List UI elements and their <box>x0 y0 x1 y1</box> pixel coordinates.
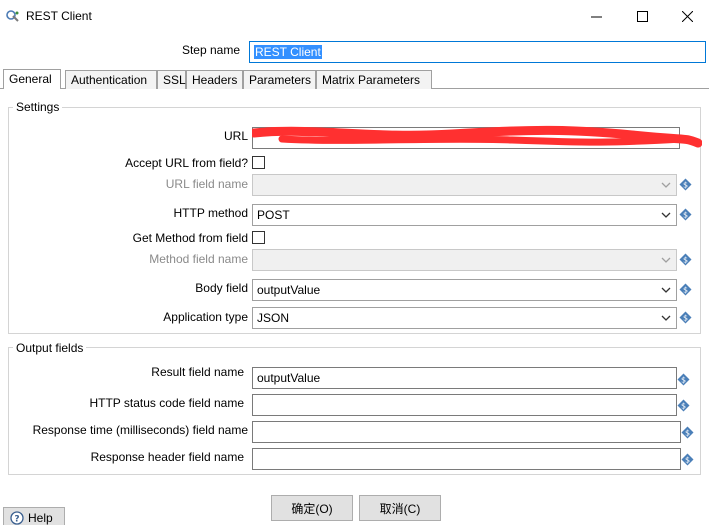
chevron-down-icon <box>661 182 671 188</box>
body-field-label: Body field <box>195 281 248 295</box>
tab-headers[interactable]: Headers <box>186 70 243 89</box>
url-field-name-select[interactable] <box>252 174 677 196</box>
step-name-value: REST Client <box>254 45 322 59</box>
app-type-select[interactable]: JSON <box>252 307 677 329</box>
chevron-down-icon <box>661 315 671 321</box>
body-field-value: outputValue <box>257 283 321 297</box>
get-method-checkbox[interactable] <box>252 231 265 244</box>
minimize-button[interactable] <box>573 0 619 32</box>
app-type-value: JSON <box>257 311 290 325</box>
http-method-label: HTTP method <box>173 206 248 220</box>
svg-text:?: ? <box>14 515 19 525</box>
tab-parameters[interactable]: Parameters <box>243 70 316 89</box>
ok-button[interactable]: 确定(O) <box>271 495 353 521</box>
svg-text:$: $ <box>683 286 688 295</box>
variable-icon[interactable]: $ <box>677 373 690 386</box>
help-icon: ? <box>10 511 24 525</box>
app-icon <box>6 10 19 22</box>
variable-icon[interactable]: $ <box>679 311 692 324</box>
help-button[interactable]: ? Help <box>3 507 65 525</box>
url-field-name-label: URL field name <box>165 177 248 191</box>
cancel-label: 取消(C) <box>379 501 421 516</box>
svg-text:$: $ <box>683 314 688 323</box>
svg-text:$: $ <box>683 211 688 220</box>
variable-icon[interactable]: $ <box>679 283 692 296</box>
variable-icon[interactable]: $ <box>679 208 692 221</box>
step-name-input[interactable]: REST Client <box>249 41 706 63</box>
cancel-button[interactable]: 取消(C) <box>359 495 441 521</box>
response-header-field-label: Response header field name <box>90 450 244 464</box>
window-title: REST Client <box>26 9 92 23</box>
response-header-field-input[interactable] <box>252 448 681 470</box>
settings-title: Settings <box>13 100 63 114</box>
output-fields-title: Output fields <box>13 341 87 355</box>
ok-label: 确定(O) <box>291 501 333 516</box>
tab-general[interactable]: General <box>3 69 61 89</box>
step-name-label: Step name <box>181 43 240 57</box>
svg-text:$: $ <box>683 256 688 265</box>
help-label: Help <box>28 511 53 525</box>
variable-icon[interactable]: $ <box>681 426 694 439</box>
variable-icon[interactable]: $ <box>679 253 692 266</box>
result-field-value: outputValue <box>257 371 321 385</box>
minimize-icon <box>590 16 602 17</box>
svg-text:$: $ <box>683 181 688 190</box>
url-label: URL <box>223 129 248 143</box>
svg-text:$: $ <box>681 376 686 385</box>
variable-icon[interactable]: $ <box>677 399 690 412</box>
get-method-label: Get Method from field <box>132 231 248 245</box>
variable-icon[interactable]: $ <box>681 453 694 466</box>
tab-authentication[interactable]: Authentication <box>65 70 157 89</box>
app-type-label: Application type <box>163 310 248 324</box>
status-code-field-input[interactable] <box>252 394 677 416</box>
result-field-label: Result field name <box>151 365 244 379</box>
svg-text:$: $ <box>681 402 686 411</box>
svg-text:$: $ <box>685 456 690 465</box>
response-time-field-input[interactable] <box>252 421 681 443</box>
redaction-mark <box>252 125 702 148</box>
method-field-name-label: Method field name <box>149 252 248 266</box>
tab-matrix-parameters[interactable]: Matrix Parameters <box>316 70 432 89</box>
title-bar: REST Client <box>0 0 709 32</box>
http-method-value: POST <box>257 208 290 222</box>
accept-url-checkbox[interactable] <box>252 156 265 169</box>
accept-url-label: Accept URL from field? <box>125 156 248 170</box>
method-field-name-select[interactable] <box>252 249 677 271</box>
result-field-input[interactable]: outputValue <box>252 367 677 389</box>
maximize-button[interactable] <box>619 0 665 32</box>
close-button[interactable] <box>664 0 709 32</box>
variable-icon[interactable]: $ <box>679 178 692 191</box>
tab-ssl[interactable]: SSL <box>157 70 186 89</box>
response-time-field-label: Response time (milliseconds) field name <box>32 423 248 437</box>
chevron-down-icon <box>661 212 671 218</box>
body-field-select[interactable]: outputValue <box>252 279 677 301</box>
close-icon <box>681 10 693 22</box>
maximize-icon <box>636 10 648 22</box>
status-code-field-label: HTTP status code field name <box>89 396 244 410</box>
http-method-select[interactable]: POST <box>252 204 677 226</box>
chevron-down-icon <box>661 287 671 293</box>
svg-text:$: $ <box>685 429 690 438</box>
chevron-down-icon <box>661 257 671 263</box>
